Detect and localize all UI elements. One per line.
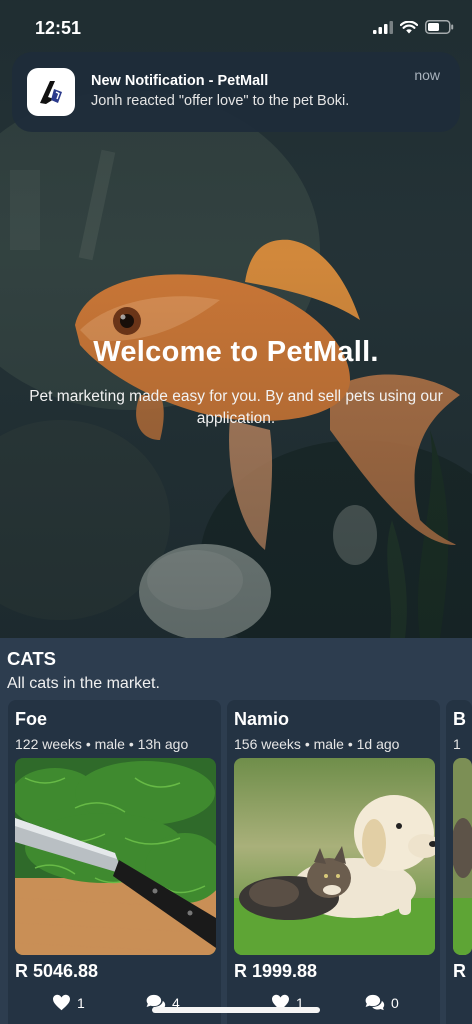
pet-image[interactable] <box>15 758 216 955</box>
notification-body: Jonh reacted "offer love" to the pet Bok… <box>91 93 350 109</box>
comment-count: 0 <box>391 994 399 1011</box>
notification-time: now <box>414 67 440 83</box>
section-title: CATS <box>7 648 56 669</box>
comment-button[interactable]: 0 <box>364 994 399 1011</box>
status-bar: 12:51 <box>0 0 472 54</box>
status-time: 12:51 <box>35 18 82 38</box>
home-indicator[interactable] <box>152 1007 320 1013</box>
section-subtitle: All cats in the market. <box>7 675 160 692</box>
like-count: 1 <box>77 994 85 1011</box>
status-icons <box>373 20 454 34</box>
pet-card[interactable]: Foe 122 weeks • male • 13h ago R 5046.88… <box>8 700 221 1024</box>
push-notification[interactable]: New Notification - PetMall Jonh reacted … <box>12 52 460 132</box>
cellular-signal-icon <box>373 20 393 34</box>
heart-icon <box>53 994 70 1011</box>
hero-subtitle: Pet marketing made easy for you. By and … <box>29 388 443 427</box>
pet-price: R <box>453 961 466 981</box>
pet-meta: 156 weeks • male • 1d ago <box>234 736 400 752</box>
petmall-app-icon <box>27 68 75 116</box>
wifi-icon <box>400 20 418 33</box>
pet-image[interactable] <box>453 758 472 955</box>
pet-name: B <box>453 709 466 729</box>
notification-title: New Notification - PetMall <box>91 73 269 89</box>
pet-name: Namio <box>234 709 290 729</box>
like-button[interactable]: 1 <box>52 994 85 1011</box>
pet-name: Foe <box>15 709 48 729</box>
pet-price: R 1999.88 <box>234 961 318 981</box>
app-screen: Welcome to PetMall. Pet marketing made e… <box>0 0 472 1024</box>
pet-card[interactable]: B 1 R <box>446 700 472 1024</box>
pet-price: R 5046.88 <box>15 961 99 981</box>
pet-meta: 122 weeks • male • 13h ago <box>15 736 189 752</box>
battery-icon <box>425 20 454 34</box>
pet-image[interactable] <box>234 758 435 955</box>
comments-icon <box>365 994 385 1011</box>
pet-card[interactable]: Namio 156 weeks • male • 1d ago R 1999.8… <box>227 700 440 1024</box>
pet-meta: 1 <box>453 736 461 752</box>
hero-title: Welcome to PetMall. <box>93 336 379 368</box>
